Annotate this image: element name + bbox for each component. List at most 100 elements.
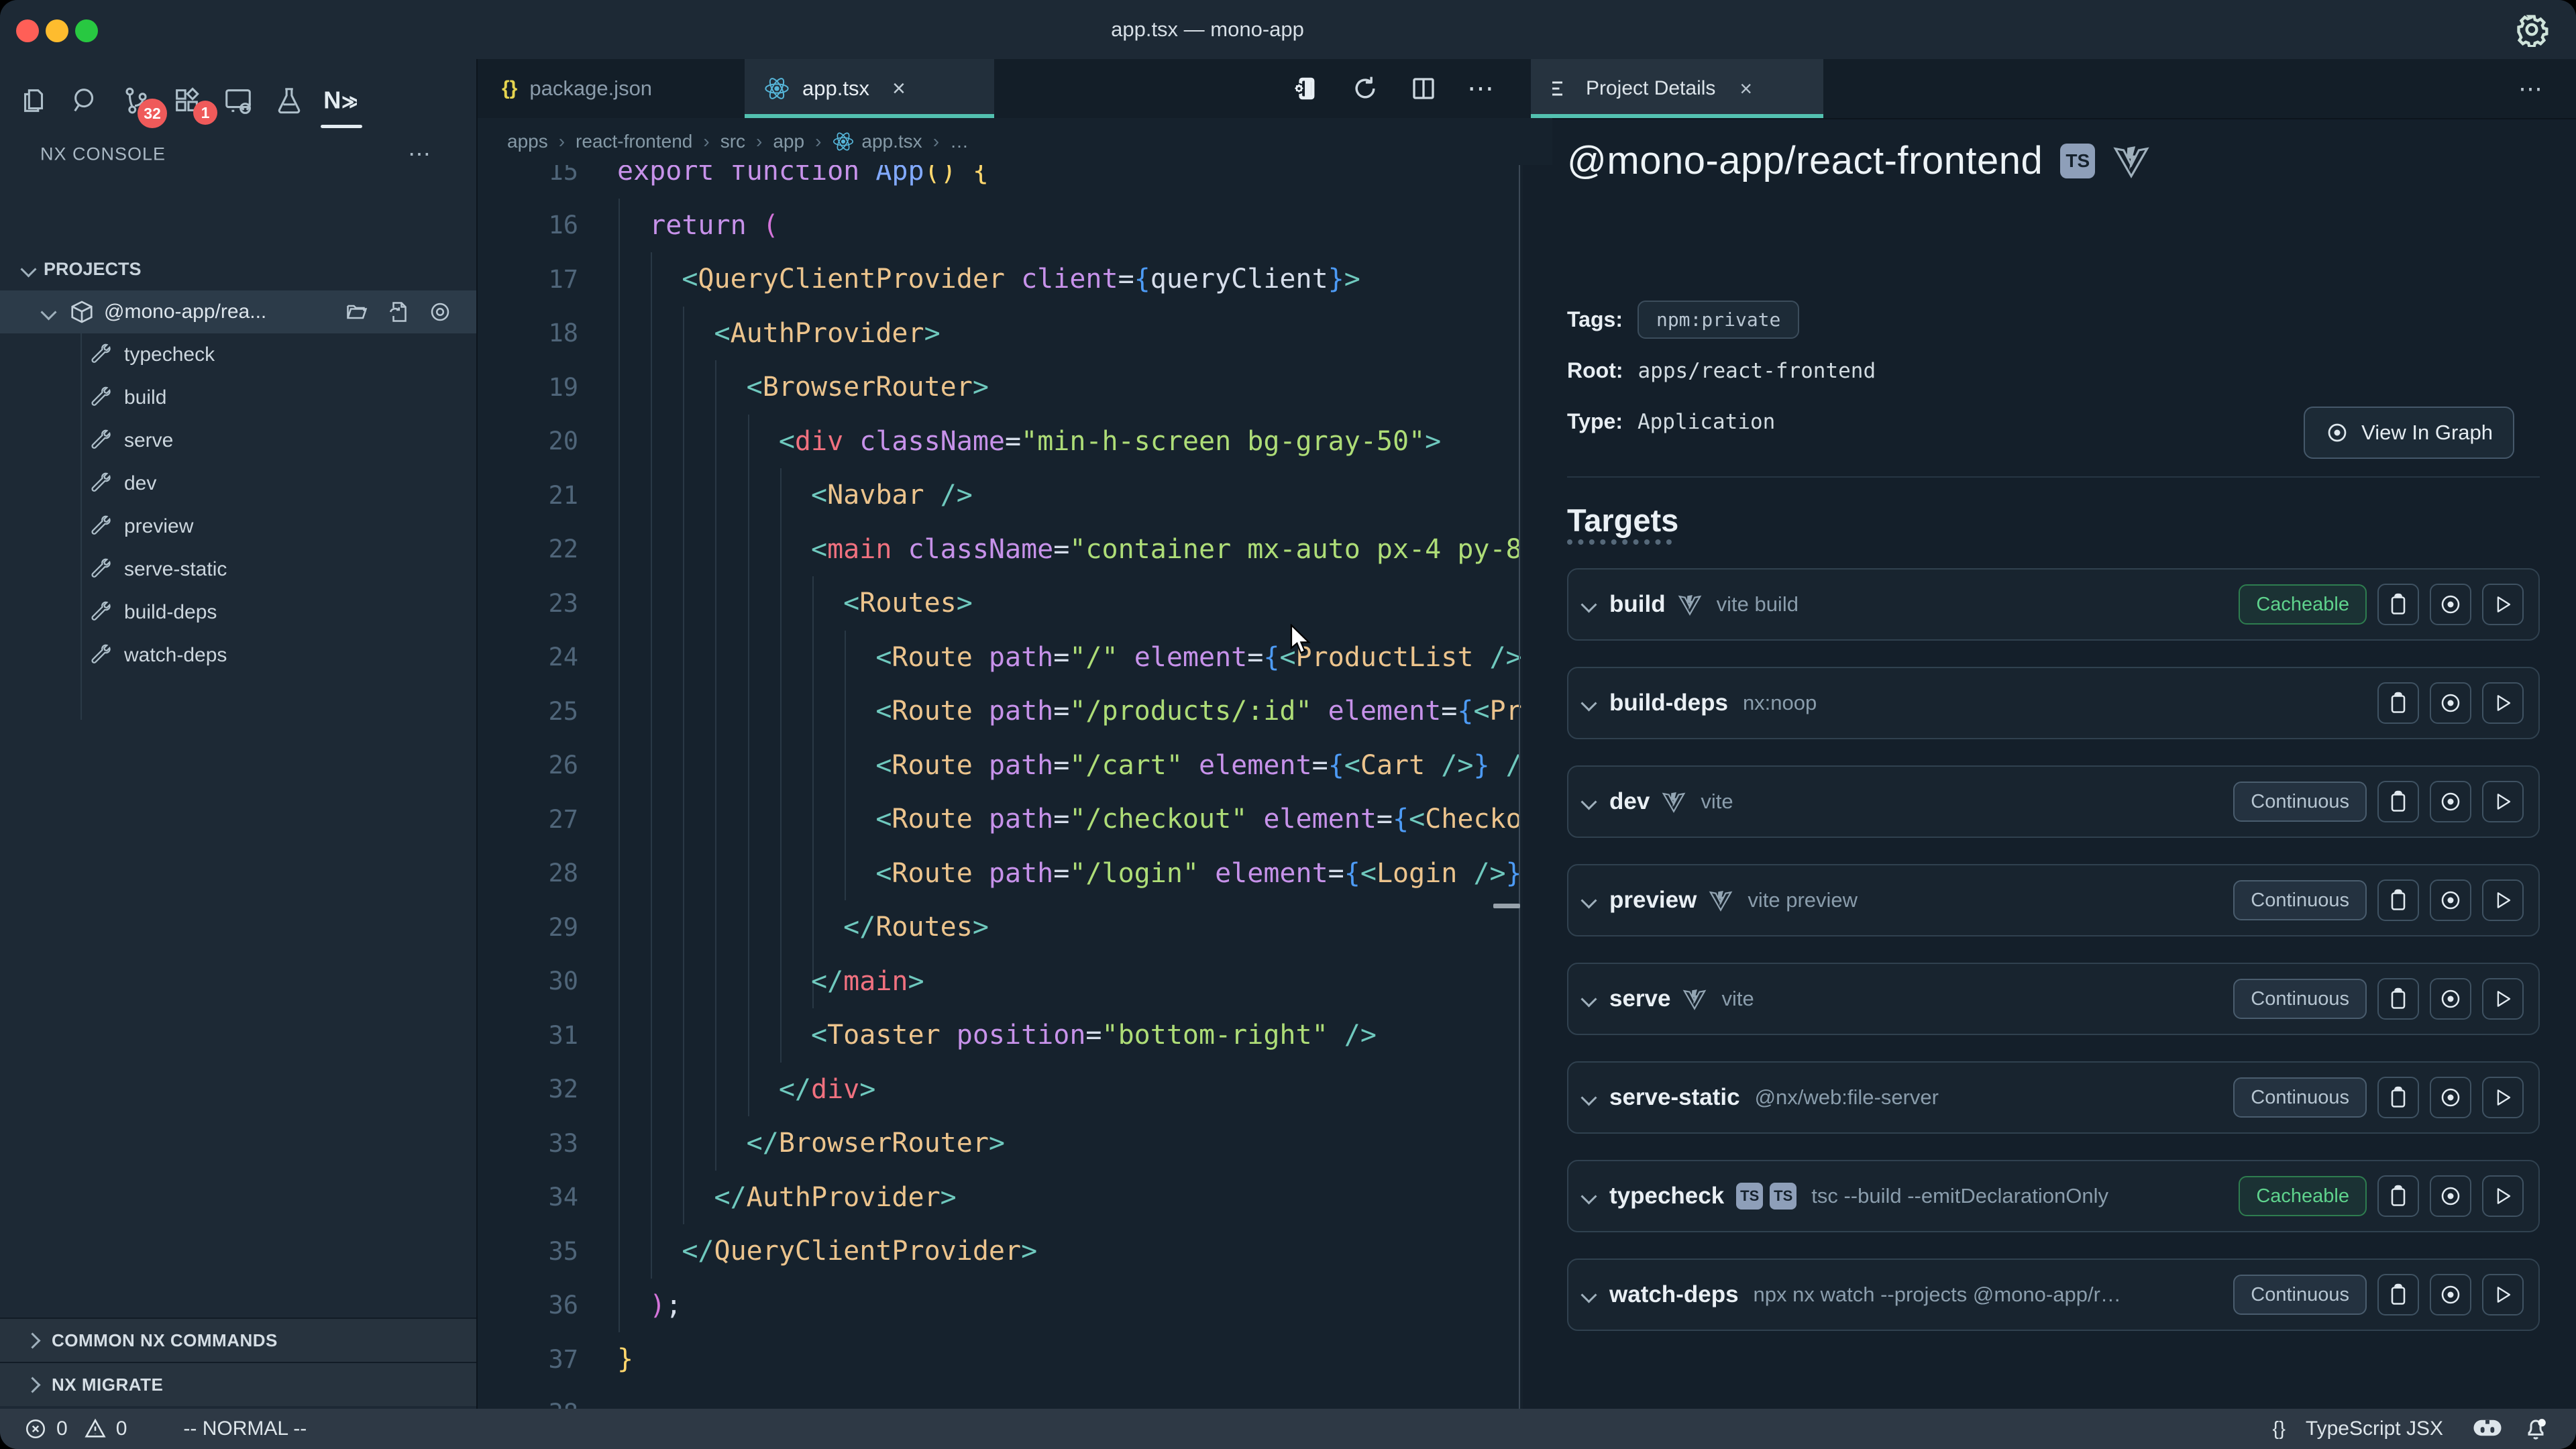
- more-actions-icon[interactable]: ⋯: [1467, 73, 1496, 104]
- code-line-30[interactable]: 30 </main>: [476, 955, 1523, 1009]
- code-line-31[interactable]: 31 <Toaster position="bottom-right" />: [476, 1008, 1523, 1063]
- code-line-38[interactable]: 38: [476, 1387, 1523, 1409]
- target-icon[interactable]: [428, 300, 452, 324]
- code-line-33[interactable]: 33 </BrowserRouter>: [476, 1116, 1523, 1171]
- view-in-graph-button[interactable]: [2430, 1077, 2471, 1118]
- warnings-icon[interactable]: [84, 1417, 107, 1440]
- chevron-down-icon[interactable]: [1580, 1089, 1597, 1106]
- refresh-file-icon[interactable]: [386, 300, 411, 324]
- copy-task-button[interactable]: [2377, 1274, 2419, 1316]
- chevron-down-icon[interactable]: [1580, 596, 1597, 612]
- view-in-graph-button[interactable]: [2430, 584, 2471, 625]
- sidebar-more-icon[interactable]: ⋯: [408, 141, 433, 168]
- view-in-graph-button[interactable]: [2430, 879, 2471, 921]
- code-line-27[interactable]: 27 <Route path="/checkout" element={<Che…: [476, 792, 1523, 847]
- run-target-button[interactable]: [2482, 781, 2524, 822]
- code-line-23[interactable]: 23 <Routes>: [476, 576, 1523, 631]
- view-in-graph-button[interactable]: [2430, 781, 2471, 822]
- breadcrumb-item[interactable]: …: [950, 131, 969, 152]
- chevron-down-icon[interactable]: [1580, 991, 1597, 1007]
- copy-task-button[interactable]: [2377, 1175, 2419, 1217]
- sidebar-item-dev[interactable]: dev: [0, 462, 476, 505]
- nx-icon[interactable]: N≫: [323, 85, 357, 116]
- tab-app-tsx[interactable]: app.tsx ×: [745, 59, 994, 118]
- run-target-button[interactable]: [2482, 1077, 2524, 1118]
- code-line-20[interactable]: 20 <div className="min-h-screen bg-gray-…: [476, 415, 1523, 469]
- code-editor[interactable]: 15export function App() {16 return (17 <…: [476, 144, 1523, 1409]
- code-line-17[interactable]: 17 <QueryClientProvider client={queryCli…: [476, 252, 1523, 307]
- view-in-graph-button[interactable]: View In Graph: [2304, 407, 2514, 459]
- breadcrumb-item[interactable]: src: [720, 131, 745, 152]
- copy-task-button[interactable]: [2377, 978, 2419, 1020]
- run-target-button[interactable]: [2482, 584, 2524, 625]
- run-target-button[interactable]: [2482, 682, 2524, 724]
- code-line-18[interactable]: 18 <AuthProvider>: [476, 307, 1523, 361]
- open-folder-icon[interactable]: [345, 300, 369, 324]
- settings-gear-icon[interactable]: [2514, 12, 2549, 47]
- code-line-34[interactable]: 34 </AuthProvider>: [476, 1171, 1523, 1225]
- search-icon[interactable]: [70, 85, 101, 116]
- remote-window-icon[interactable]: [223, 85, 254, 116]
- tab-project-details[interactable]: Project Details ×: [1531, 59, 1823, 118]
- breadcrumb-item[interactable]: app: [773, 131, 804, 152]
- breadcrumb[interactable]: apps›react-frontend›src›app›app.tsx›…: [478, 118, 1552, 165]
- errors-icon[interactable]: [24, 1417, 47, 1440]
- view-in-graph-button[interactable]: [2430, 978, 2471, 1020]
- breadcrumb-item[interactable]: react-frontend: [576, 131, 692, 152]
- view-in-graph-button[interactable]: [2430, 682, 2471, 724]
- code-line-21[interactable]: 21 <Navbar />: [476, 468, 1523, 523]
- copy-task-button[interactable]: [2377, 879, 2419, 921]
- minimize-window-button[interactable]: [46, 19, 68, 42]
- sidebar-section-common-nx-commands[interactable]: COMMON NX COMMANDS: [0, 1318, 476, 1362]
- sidebar-item-serve-static[interactable]: serve-static: [0, 548, 476, 591]
- beaker-icon[interactable]: [274, 85, 305, 116]
- code-line-16[interactable]: 16 return (: [476, 199, 1523, 253]
- sidebar-item-typecheck[interactable]: typecheck: [0, 333, 476, 376]
- sidebar-item-serve[interactable]: serve: [0, 419, 476, 462]
- projects-section-header[interactable]: PROJECTS: [0, 248, 476, 290]
- chevron-down-icon[interactable]: [1580, 892, 1597, 908]
- run-target-settings-icon[interactable]: [1290, 73, 1321, 104]
- code-line-29[interactable]: 29 </Routes>: [476, 900, 1523, 955]
- sidebar-item-build[interactable]: build: [0, 376, 476, 419]
- run-target-button[interactable]: [2482, 1274, 2524, 1316]
- breadcrumb-item[interactable]: app.tsx: [832, 130, 922, 153]
- code-line-32[interactable]: 32 </div>: [476, 1063, 1523, 1117]
- code-line-25[interactable]: 25 <Route path="/products/:id" element={…: [476, 684, 1523, 739]
- run-target-button[interactable]: [2482, 978, 2524, 1020]
- close-tab-icon[interactable]: ×: [892, 76, 906, 102]
- chevron-down-icon[interactable]: [1580, 1188, 1597, 1204]
- chevron-down-icon[interactable]: [1580, 1287, 1597, 1303]
- code-line-36[interactable]: 36 );: [476, 1279, 1523, 1333]
- copy-task-button[interactable]: [2377, 1077, 2419, 1118]
- zoom-window-button[interactable]: [75, 19, 98, 42]
- files-icon[interactable]: [19, 85, 50, 116]
- run-target-button[interactable]: [2482, 879, 2524, 921]
- code-line-22[interactable]: 22 <main className="container mx-auto px…: [476, 523, 1523, 577]
- language-mode[interactable]: TypeScript JSX: [2306, 1417, 2443, 1440]
- split-editor-icon[interactable]: [1409, 74, 1438, 103]
- panel-more-icon[interactable]: ⋯: [2518, 74, 2545, 103]
- view-in-graph-button[interactable]: [2430, 1274, 2471, 1316]
- copy-task-button[interactable]: [2377, 781, 2419, 822]
- copy-task-button[interactable]: [2377, 584, 2419, 625]
- sidebar-project-row[interactable]: @mono-app/rea...: [0, 290, 476, 333]
- sidebar-item-build-deps[interactable]: build-deps: [0, 591, 476, 634]
- run-target-button[interactable]: [2482, 1175, 2524, 1217]
- close-panel-tab-icon[interactable]: ×: [1739, 76, 1752, 101]
- sidebar-item-preview[interactable]: preview: [0, 505, 476, 548]
- code-line-28[interactable]: 28 <Route path="/login" element={<Login …: [476, 847, 1523, 901]
- tab-package-json[interactable]: {} package.json: [478, 59, 769, 118]
- code-line-26[interactable]: 26 <Route path="/cart" element={<Cart />…: [476, 739, 1523, 793]
- chevron-down-icon[interactable]: [1580, 695, 1597, 711]
- notifications-bell-icon[interactable]: [2522, 1415, 2549, 1442]
- chevron-down-icon[interactable]: [1580, 794, 1597, 810]
- code-line-24[interactable]: 24 <Route path="/" element={<ProductList…: [476, 631, 1523, 685]
- refresh-icon[interactable]: [1350, 74, 1380, 103]
- breadcrumb-item[interactable]: apps: [507, 131, 548, 152]
- copilot-icon[interactable]: [2473, 1417, 2502, 1440]
- sidebar-section-nx-migrate[interactable]: NX MIGRATE: [0, 1362, 476, 1406]
- sidebar-item-watch-deps[interactable]: watch-deps: [0, 634, 476, 677]
- editor-scrollbar-gutter[interactable]: [1519, 118, 1520, 1409]
- view-in-graph-button[interactable]: [2430, 1175, 2471, 1217]
